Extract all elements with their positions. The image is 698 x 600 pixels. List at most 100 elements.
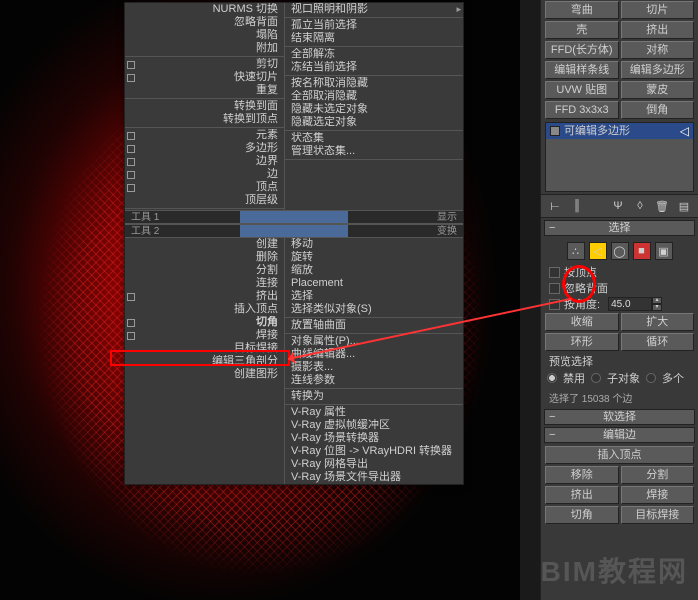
ctx-item[interactable]: Placement	[285, 277, 463, 290]
ctx-item[interactable]: 附加	[125, 42, 284, 55]
ctx-item[interactable]: V-Ray 虚拟帧缓冲区	[285, 419, 463, 432]
weld-button[interactable]: 焊接	[621, 486, 695, 504]
ctx-item[interactable]: V-Ray 场景文件导出器	[285, 471, 463, 484]
ctx-item[interactable]: 快速切片	[125, 71, 284, 84]
ctx-item[interactable]: 塌陷	[125, 29, 284, 42]
ctx-item[interactable]: V-Ray 网格导出	[285, 458, 463, 471]
config-icon[interactable]: ◊	[632, 198, 648, 214]
ctx-item[interactable]: 边界	[125, 155, 284, 168]
ctx-item[interactable]: 选择	[285, 290, 463, 303]
polygon-mode-icon[interactable]: ■	[633, 242, 651, 260]
ctx-item[interactable]: 边 ✓	[125, 168, 284, 181]
preview-sub-radio[interactable]	[591, 373, 601, 383]
grow-button[interactable]: 扩大	[621, 313, 695, 331]
ctx-item[interactable]: 摄影表...	[285, 361, 463, 374]
ctx-item[interactable]: 焊接	[125, 329, 284, 342]
target-weld-button[interactable]: 目标焊接	[621, 506, 695, 524]
watermark: BIM教程网	[541, 550, 688, 590]
modifier-button[interactable]: 编辑多边形	[621, 61, 695, 79]
element-mode-icon[interactable]: ▣	[655, 242, 673, 260]
modifier-button[interactable]: 弯曲	[545, 1, 619, 19]
ctx-item[interactable]: NURMS 切换	[125, 3, 284, 16]
loop-button[interactable]: 循环	[621, 333, 695, 351]
ctx-item[interactable]: 多边形	[125, 142, 284, 155]
edge-mode-icon[interactable]: ◁	[589, 242, 607, 260]
ctx-item[interactable]: 连线参数	[285, 374, 463, 387]
ctx-item[interactable]: 顶层级	[125, 194, 284, 207]
modifier-button[interactable]: 切片	[621, 1, 695, 19]
ctx-item[interactable]: 隐藏未选定对象	[285, 103, 463, 116]
ctx-item[interactable]: 切角	[125, 316, 284, 329]
ctx-item[interactable]: 孤立当前选择	[285, 19, 463, 32]
ctx-item[interactable]: 重复	[125, 84, 284, 97]
ctx-item[interactable]: 冻结当前选择	[285, 61, 463, 74]
split-button[interactable]: 分割	[621, 466, 695, 484]
ctx-item[interactable]: 顶点	[125, 181, 284, 194]
angle-spinner[interactable]: ▴▾	[608, 297, 662, 311]
ctx-item[interactable]: 隐藏选定对象	[285, 116, 463, 129]
extrude-button[interactable]: 挤出	[545, 486, 619, 504]
modifier-stack[interactable]: 可编辑多边形 ◁	[545, 122, 694, 192]
ctx-item[interactable]: V-Ray 场景转换器	[285, 432, 463, 445]
ctx-item[interactable]: 结束隔离	[285, 32, 463, 45]
modifier-button[interactable]: 壳	[545, 21, 619, 39]
ctx-item[interactable]: 创建图形	[125, 368, 284, 381]
preview-multi-radio[interactable]	[646, 373, 656, 383]
modifier-button[interactable]: 蒙皮	[621, 81, 695, 99]
ctx-item[interactable]: 分割	[125, 264, 284, 277]
stack-item-editable-poly[interactable]: 可编辑多边形 ◁	[546, 123, 693, 139]
preview-radios: 禁用 子对象 多个	[541, 368, 698, 388]
ctx-item[interactable]: V-Ray 位图 -> VRayHDRI 转换器	[285, 445, 463, 458]
ignore-backface-check[interactable]	[549, 283, 560, 294]
ctx-item[interactable]: 挤出	[125, 290, 284, 303]
fork-icon[interactable]: Ψ	[610, 198, 626, 214]
chamfer-button[interactable]: 切角	[545, 506, 619, 524]
ctx-item[interactable]: 转换为	[285, 390, 463, 403]
ctx-item[interactable]: 状态集	[285, 132, 463, 145]
show-icon[interactable]: ║	[569, 198, 585, 214]
tool-row: 工具 2变换	[125, 224, 463, 238]
ctx-item[interactable]: 全部解冻	[285, 48, 463, 61]
ctx-item[interactable]: 旋转	[285, 251, 463, 264]
remove-button[interactable]: 移除	[545, 466, 619, 484]
selection-count: 选择了 15038 个边	[541, 388, 698, 407]
rollout-edit-edge[interactable]: 编辑边	[544, 427, 695, 443]
ctx-item[interactable]: 连接	[125, 277, 284, 290]
ctx-item[interactable]: 剪切	[125, 58, 284, 71]
border-mode-icon[interactable]: ◯	[611, 242, 629, 260]
rollout-soft[interactable]: 软选择	[544, 409, 695, 425]
modifier-button[interactable]: 对称	[621, 41, 695, 59]
ctx-item[interactable]: 选择类似对象(S)	[285, 303, 463, 316]
ctx-item[interactable]: 创建	[125, 238, 284, 251]
trash-icon[interactable]: 🗑	[654, 198, 670, 214]
insert-vertex-button[interactable]: 插入顶点	[545, 446, 694, 464]
modifier-button[interactable]: FFD(长方体)	[545, 41, 619, 59]
ctx-item[interactable]: 插入顶点	[125, 303, 284, 316]
ctx-item[interactable]: 管理状态集...	[285, 145, 463, 158]
ctx-item[interactable]: 转换到顶点	[125, 113, 284, 126]
subobject-icons: ∴ ◁ ◯ ■ ▣	[541, 238, 698, 264]
modifier-button[interactable]: 编辑样条线	[545, 61, 619, 79]
shrink-button[interactable]: 收缩	[545, 313, 619, 331]
modifier-button[interactable]: 倒角	[621, 101, 695, 119]
modifier-button[interactable]: UVW 贴图	[545, 81, 619, 99]
list-icon[interactable]: ▤	[676, 198, 692, 214]
modifier-button[interactable]: 挤出	[621, 21, 695, 39]
ctx-item[interactable]: 缩放	[285, 264, 463, 277]
ring-button[interactable]: 环形	[545, 333, 619, 351]
ctx-item[interactable]: 全部取消隐藏	[285, 90, 463, 103]
ctx-item[interactable]: 按名称取消隐藏	[285, 77, 463, 90]
preview-off-radio[interactable]	[547, 373, 557, 383]
rollout-selection[interactable]: 选择	[544, 220, 695, 236]
by-vertex-check[interactable]	[549, 267, 560, 278]
ctx-item[interactable]: 视口照明和阴影	[285, 3, 463, 16]
ctx-item[interactable]: V-Ray 属性	[285, 406, 463, 419]
ctx-item[interactable]: 元素	[125, 129, 284, 142]
ctx-item[interactable]: 删除	[125, 251, 284, 264]
ctx-item[interactable]: 忽略背面	[125, 16, 284, 29]
ctx-item[interactable]: 转换到面	[125, 100, 284, 113]
ctx-item[interactable]: 移动	[285, 238, 463, 251]
modifier-button[interactable]: FFD 3x3x3	[545, 101, 619, 119]
lock-icon[interactable]: ⊢	[547, 198, 563, 214]
vertex-mode-icon[interactable]: ∴	[567, 242, 585, 260]
